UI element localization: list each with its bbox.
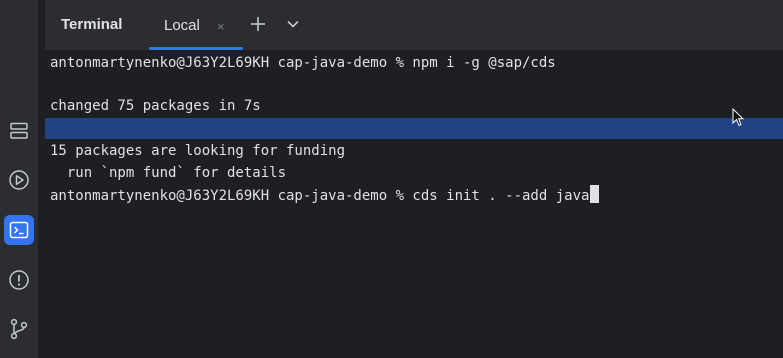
plus-icon[interactable] <box>248 14 268 38</box>
terminal-icon[interactable] <box>4 215 34 245</box>
terminal-line: changed 75 packages in 7s <box>50 98 261 114</box>
git-icon[interactable] <box>4 314 34 344</box>
terminal-output[interactable]: antonmartynenko@J63Y2L69KH cap-java-demo… <box>45 50 783 358</box>
problems-icon[interactable] <box>4 265 34 295</box>
close-icon[interactable]: × <box>217 19 225 34</box>
tab-local[interactable]: Local × <box>149 0 243 50</box>
command-text: antonmartynenko@J63Y2L69KH cap-java-demo… <box>50 188 590 204</box>
tab-bar: Terminal Local × <box>45 0 783 50</box>
services-icon[interactable] <box>4 116 34 146</box>
tool-window-strip <box>0 0 39 358</box>
run-icon[interactable] <box>4 165 34 195</box>
terminal-line: antonmartynenko@J63Y2L69KH cap-java-demo… <box>50 55 556 71</box>
tab-label: Local <box>164 17 200 34</box>
mouse-pointer-icon <box>732 107 745 132</box>
terminal-prompt-line[interactable]: antonmartynenko@J63Y2L69KH cap-java-demo… <box>50 185 600 206</box>
terminal-line: run `npm fund` for details <box>50 165 287 181</box>
chevron-down-icon[interactable] <box>285 16 301 36</box>
tool-window-title: Terminal <box>61 16 123 33</box>
terminal-line: 15 packages are looking for funding <box>50 143 346 159</box>
selection-highlight <box>45 118 783 139</box>
text-cursor <box>590 185 600 203</box>
terminal-tool-window: Terminal Local × antonmartynenko@J63Y2L6… <box>45 0 783 358</box>
